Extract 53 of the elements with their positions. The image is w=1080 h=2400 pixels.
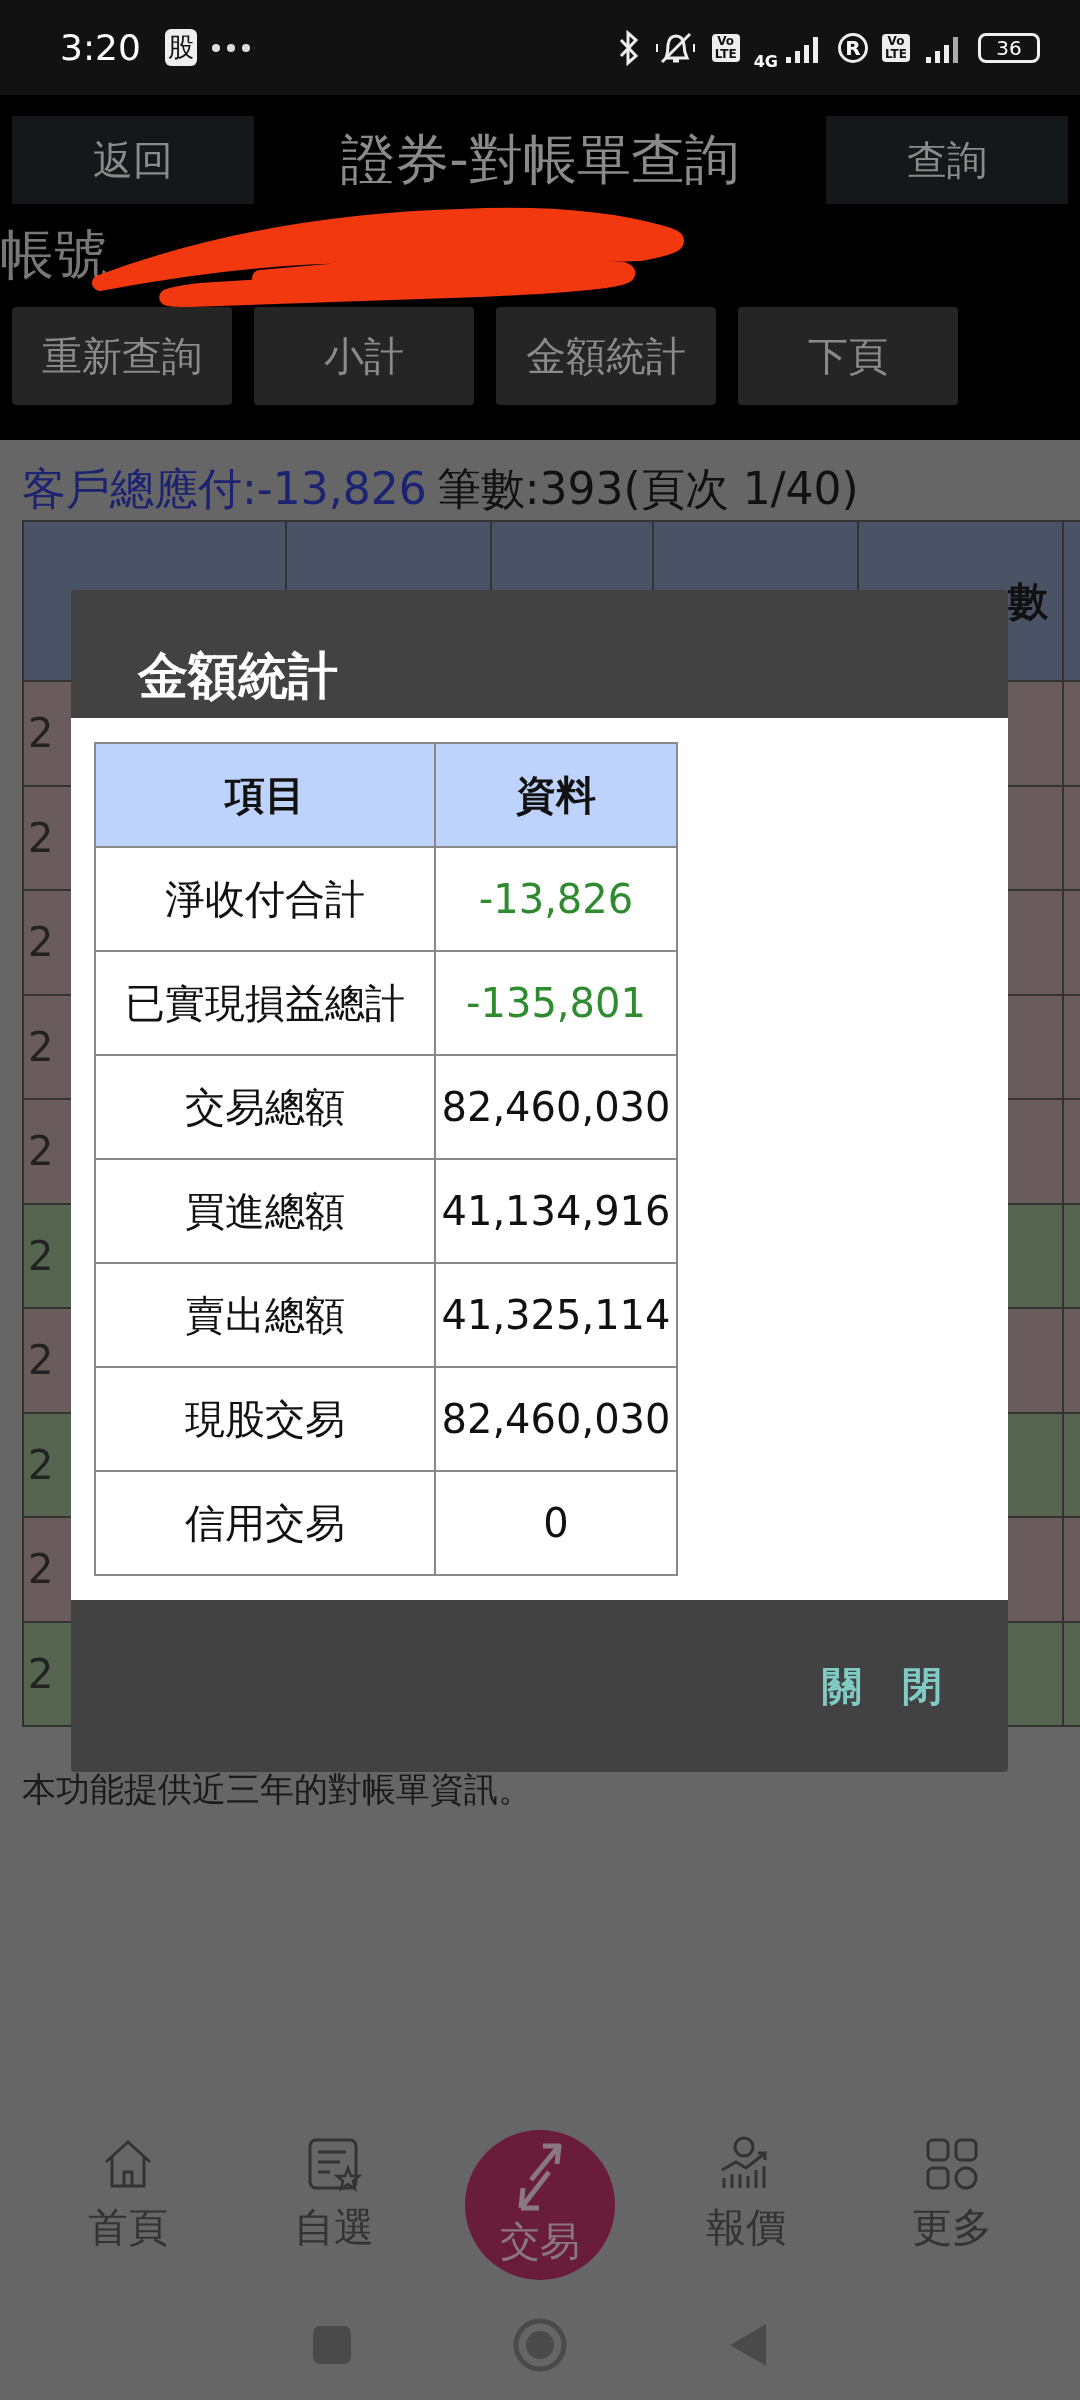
volte-badge: Vo LTE bbox=[711, 33, 740, 62]
app-badge: 股 bbox=[164, 29, 197, 66]
table-cell: 2 bbox=[28, 1128, 54, 1175]
table-cell: 已實現損益總計 bbox=[95, 951, 435, 1055]
table-cell: 2 bbox=[28, 1441, 54, 1488]
table-cell: 82,460,030 bbox=[435, 1367, 677, 1471]
home-circle-icon[interactable] bbox=[512, 2317, 568, 2373]
table-cell: 交易總額 bbox=[95, 1055, 435, 1159]
column-header: 項目 bbox=[95, 743, 435, 847]
table-cell: 2 bbox=[28, 1650, 54, 1697]
query-button[interactable]: 查詢 bbox=[826, 116, 1068, 204]
volte-badge: Vo LTE bbox=[881, 33, 910, 62]
table-cell: 0 bbox=[435, 1471, 677, 1575]
square-icon[interactable] bbox=[312, 2325, 352, 2365]
bluetooth-icon bbox=[617, 29, 640, 66]
table-cell: -135,801 bbox=[435, 951, 677, 1055]
action-button[interactable]: 下頁 bbox=[738, 307, 958, 405]
table-cell: 淨收付合計 bbox=[95, 847, 435, 951]
dialog-title: 金額統計 bbox=[138, 646, 338, 707]
table-cell: 2 bbox=[28, 1337, 54, 1384]
back-triangle-icon[interactable] bbox=[728, 2322, 768, 2368]
battery-level: 36 bbox=[978, 32, 1040, 63]
table-cell: 2 bbox=[28, 1023, 54, 1070]
account-label: 帳號 bbox=[0, 221, 108, 288]
trade-button[interactable]: 交易 bbox=[465, 2130, 615, 2280]
table-cell: 2 bbox=[28, 1232, 54, 1279]
action-button[interactable]: 金額統計 bbox=[496, 307, 716, 405]
page-title: 證券-對帳單查詢 bbox=[340, 126, 740, 193]
record-count: 筆數:393(頁次 1/40) bbox=[436, 463, 859, 514]
close-button[interactable]: 關 閉 bbox=[816, 1648, 948, 1724]
info-note: 本功能提供近三年的對帳單資訊。 bbox=[22, 1768, 533, 1811]
action-button[interactable]: 小計 bbox=[254, 307, 474, 405]
back-button[interactable]: 返回 bbox=[12, 116, 254, 204]
column-header: 數 bbox=[1008, 576, 1048, 626]
network-type: 4G bbox=[753, 52, 778, 71]
clock-time: 3:20 bbox=[60, 27, 141, 68]
table-cell: 買進總額 bbox=[95, 1159, 435, 1263]
table-cell: 2 bbox=[28, 710, 54, 757]
table-cell: 2 bbox=[28, 814, 54, 861]
table-cell: 信用交易 bbox=[95, 1471, 435, 1575]
column-header: 資料 bbox=[435, 743, 677, 847]
table-cell: 82,460,030 bbox=[435, 1055, 677, 1159]
payable-total: 客戶總應付:-13,826 bbox=[22, 463, 427, 514]
table-cell: 41,134,916 bbox=[435, 1159, 677, 1263]
table-cell: 賣出總額 bbox=[95, 1263, 435, 1367]
table-cell: -13,826 bbox=[435, 847, 677, 951]
table-cell: 2 bbox=[28, 1546, 54, 1593]
table-cell: 41,325,114 bbox=[435, 1263, 677, 1367]
table-cell: 2 bbox=[28, 919, 54, 966]
table-cell: 現股交易 bbox=[95, 1367, 435, 1471]
action-button[interactable]: 重新查詢 bbox=[12, 307, 232, 405]
roaming-badge: R bbox=[837, 32, 868, 63]
more-dots-icon bbox=[210, 42, 251, 53]
